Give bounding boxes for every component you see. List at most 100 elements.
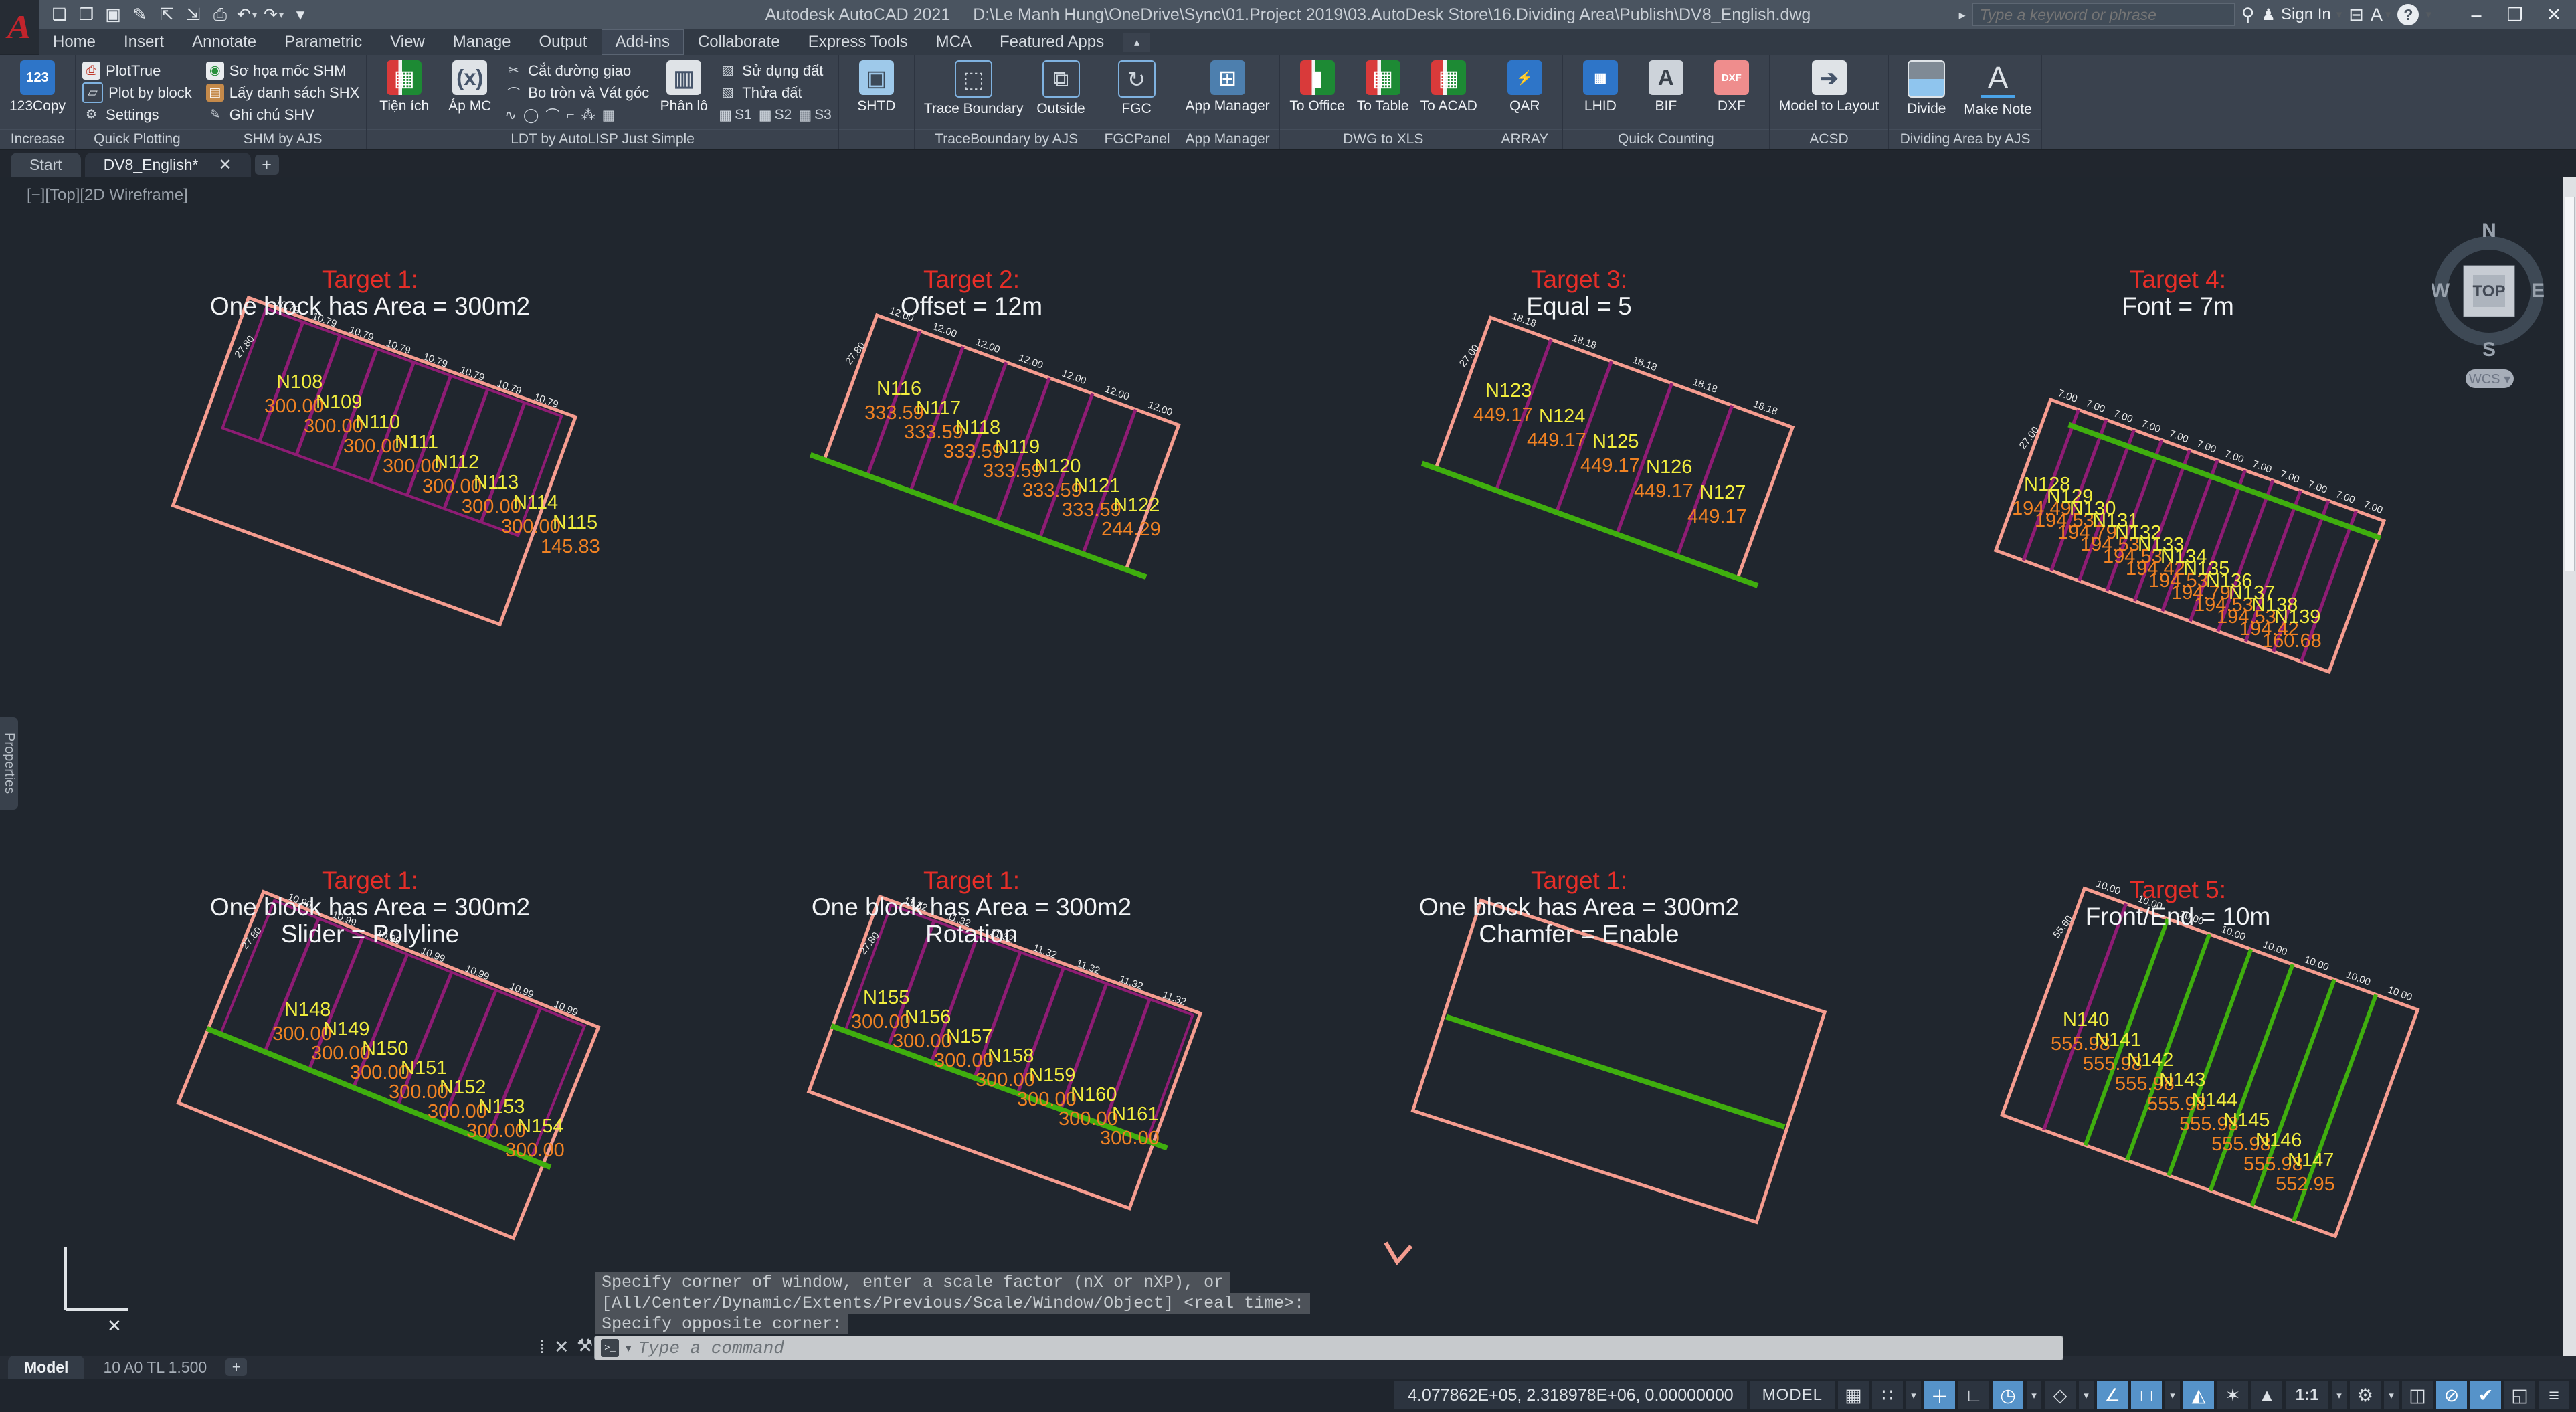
recent-commands-dropdown-icon[interactable]: ▾	[626, 1342, 632, 1355]
scrollbar-thumb[interactable]	[2565, 197, 2575, 571]
polar-tracking-dropdown-icon[interactable]: ▾	[2027, 1381, 2041, 1409]
bif-button[interactable]: ABIF	[1635, 59, 1697, 116]
settings-button[interactable]: ⚙Settings	[82, 104, 192, 125]
corner-icon[interactable]: ⌐	[566, 107, 574, 123]
s2-button[interactable]: ▦S2	[759, 107, 792, 124]
ribbon-tab-insert[interactable]: Insert	[110, 29, 178, 55]
autoscale-icon[interactable]: ✶	[2217, 1381, 2248, 1409]
isolate-objects-icon[interactable]: ⊘	[2436, 1381, 2467, 1409]
object-snap-dropdown-icon[interactable]: ▾	[2165, 1381, 2180, 1409]
wcs-selector[interactable]: WCS ▾	[2466, 369, 2514, 388]
trace-boundary-button[interactable]: ⬚Trace Boundary	[921, 59, 1026, 118]
dropdown-icon[interactable]: ▾	[279, 9, 284, 21]
application-menu-button[interactable]: A	[0, 0, 39, 54]
search-icon[interactable]: ⚲	[2241, 5, 2255, 25]
annotation-visibility-icon[interactable]: ◭	[2183, 1381, 2214, 1409]
to-office-button[interactable]: ▮To Office	[1287, 59, 1348, 116]
phan-lo-button[interactable]: ▥Phân lô	[653, 59, 715, 116]
ribbon-tab-home[interactable]: Home	[39, 29, 110, 55]
snap-dropdown-icon[interactable]: ▾	[1906, 1381, 1921, 1409]
ribbon-tab-express-tools[interactable]: Express Tools	[794, 29, 922, 55]
to-table-button[interactable]: ▦To Table	[1352, 59, 1414, 116]
properties-panel-tab[interactable]: Properties	[0, 717, 18, 810]
plot-icon[interactable]: ⎙	[209, 3, 232, 27]
autodesk-a-icon[interactable]: A▾	[2371, 5, 2391, 25]
circle-icon[interactable]: ◯	[523, 107, 539, 124]
ribbon-tab-featured-apps[interactable]: Featured Apps	[986, 29, 1118, 55]
restore-button[interactable]: ❐	[2496, 1, 2535, 29]
su-dung-dat-button[interactable]: ▨Sử dụng đất	[719, 60, 832, 81]
tien-ich-button[interactable]: ▦Tiện ích	[373, 59, 435, 116]
customize-icon[interactable]: ≡	[2539, 1381, 2569, 1409]
ribbon-tab-view[interactable]: View	[376, 29, 439, 55]
grid-icon[interactable]: ▦	[1838, 1381, 1869, 1409]
new-layout-button[interactable]: +	[225, 1358, 247, 1376]
search-expander-icon[interactable]: ▸	[1959, 7, 1966, 23]
qat-menu-icon[interactable]: ▾	[289, 3, 312, 27]
command-input-bar[interactable]: >_ ▾ Type a command	[594, 1336, 2063, 1360]
undo-icon[interactable]: ↶▾	[236, 3, 258, 27]
points-icon[interactable]: ⁂	[581, 107, 595, 124]
coordinates-display[interactable]: 4.077862E+05, 2.318978E+06, 0.00000000	[1394, 1381, 1747, 1409]
open-icon[interactable]: ❐	[75, 3, 98, 27]
viewport-controls[interactable]: [−][Top][2D Wireframe]	[27, 186, 188, 205]
new-icon[interactable]: ❏	[48, 3, 71, 27]
new-tab-button[interactable]: +	[255, 155, 279, 175]
app-store-cart-icon[interactable]: ⊟	[2349, 5, 2364, 25]
bo-tron-va-vat-goc-button[interactable]: ⌒Bo tròn và Vát góc	[504, 82, 649, 103]
ribbon-tab-collaborate[interactable]: Collaborate	[684, 29, 794, 55]
annotation-scale-flag-icon[interactable]: ▲	[2251, 1381, 2282, 1409]
lhid-button[interactable]: ▦LHID	[1570, 59, 1631, 116]
clean-screen-icon[interactable]: ◱	[2504, 1381, 2535, 1409]
qar-button[interactable]: ⚡QAR	[1494, 59, 1556, 116]
viewcube[interactable]: NESWTOPWCS ▾	[2432, 207, 2549, 402]
tab-model[interactable]: Model	[8, 1356, 84, 1379]
annotation-scale-value-dropdown-icon[interactable]: ▾	[2332, 1381, 2347, 1409]
close-tab-icon[interactable]: ✕	[219, 155, 232, 175]
isometric-drafting-dropdown-icon[interactable]: ▾	[2079, 1381, 2094, 1409]
object-snap-tracking-icon[interactable]: ∠	[2097, 1381, 2128, 1409]
help-dropdown-icon[interactable]: ▾	[2425, 8, 2431, 21]
thua-dat-button[interactable]: ▧Thửa đất	[719, 82, 832, 103]
model-to-layout-button[interactable]: ➔Model to Layout	[1776, 59, 1881, 116]
ribbon-tab-annotate[interactable]: Annotate	[178, 29, 270, 55]
dropdown-icon[interactable]: ▾	[252, 9, 257, 21]
save-to-mobile-icon[interactable]: ⇲	[182, 3, 205, 27]
command-close-icon[interactable]: ✕	[554, 1337, 569, 1358]
snap-icon[interactable]: ∷	[1872, 1381, 1903, 1409]
model-space-badge[interactable]: MODEL	[1750, 1381, 1835, 1409]
tab-start[interactable]: Start	[11, 153, 81, 177]
polar-tracking-icon[interactable]: ◷	[1993, 1381, 2023, 1409]
search-input[interactable]	[1972, 3, 2235, 26]
123copy-button[interactable]: 123123Copy	[7, 59, 68, 116]
to-acad-button[interactable]: ▦To ACAD	[1418, 59, 1480, 116]
lay-danh-sach-shx-button[interactable]: ▤Lấy danh sách SHX	[206, 82, 359, 103]
save-as-icon[interactable]: ✎	[128, 3, 151, 27]
graphics-performance-icon[interactable]: ✔	[2470, 1381, 2501, 1409]
shtd-button[interactable]: ▣SHTD	[846, 59, 907, 116]
ribbon-collapse-icon[interactable]: ▴	[1123, 33, 1150, 52]
ribbon-tab-mca[interactable]: MCA	[922, 29, 986, 55]
divide-button[interactable]: Divide	[1896, 59, 1957, 118]
s1-button[interactable]: ▦S1	[719, 107, 752, 124]
ribbon-tab-manage[interactable]: Manage	[439, 29, 525, 55]
workspace-gear-dropdown-icon[interactable]: ▾	[2384, 1381, 2399, 1409]
command-tools-icon[interactable]: ⚒	[577, 1336, 593, 1356]
sign-in-button[interactable]: ♟Sign In▾	[2261, 5, 2342, 25]
dynamic-input-icon[interactable]: ＋	[1924, 1381, 1955, 1409]
tab-layout1[interactable]: 10 A0 TL 1.500	[87, 1356, 223, 1379]
minimize-button[interactable]: –	[2457, 1, 2496, 29]
quick-properties-icon[interactable]: ◫	[2402, 1381, 2433, 1409]
fgc-button[interactable]: ↻FGC	[1106, 59, 1168, 118]
ribbon-tab-output[interactable]: Output	[525, 29, 602, 55]
dxf-button[interactable]: DXFDXF	[1701, 59, 1762, 116]
cat-duong-giao-button[interactable]: ✂Cắt đường giao	[504, 60, 649, 81]
open-from-mobile-icon[interactable]: ⇱	[155, 3, 178, 27]
so-hoa-moc-shm-button[interactable]: ◉Sơ họa mốc SHM	[206, 60, 359, 81]
workspace-gear-icon[interactable]: ⚙	[2350, 1381, 2381, 1409]
table-icon[interactable]: ▦	[602, 107, 616, 124]
ghi-chu-shv-button[interactable]: ✎Ghi chú SHV	[206, 104, 359, 125]
vertical-scrollbar[interactable]	[2563, 177, 2576, 1356]
plottrue-button[interactable]: ⎙PlotTrue	[82, 60, 192, 81]
close-button[interactable]: ✕	[2535, 1, 2573, 29]
